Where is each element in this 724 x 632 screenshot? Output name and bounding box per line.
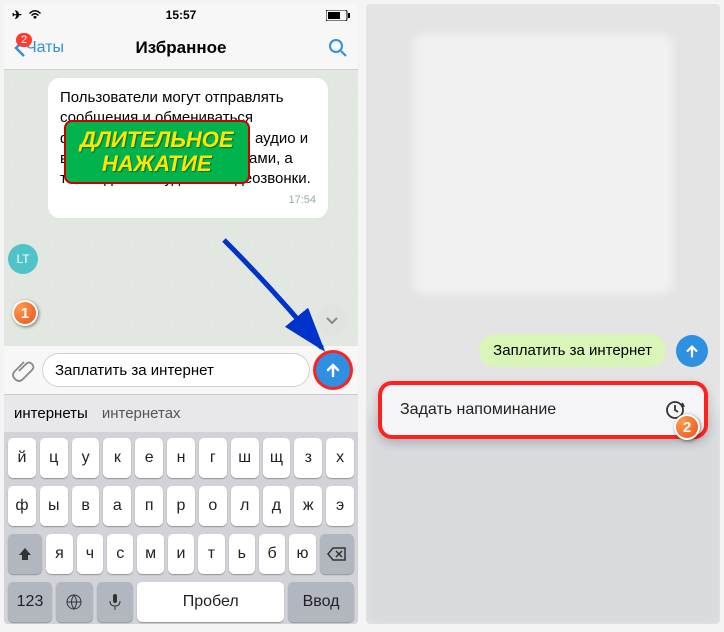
key-ю[interactable]: ю [289,534,315,574]
key-щ[interactable]: щ [263,438,291,478]
key-ш[interactable]: ш [231,438,259,478]
key-д[interactable]: д [263,486,291,526]
key-в[interactable]: в [72,486,100,526]
key-л[interactable]: л [231,486,259,526]
key-ф[interactable]: ф [8,486,36,526]
key-г[interactable]: г [199,438,227,478]
arrow-up-icon [684,343,700,359]
phone-right: Заплатить за интернет Задать напоминание… [366,4,720,624]
kbd-row-1: йцукенгшщзх [8,438,354,478]
keyboard: йцукенгшщзх фывапролджэ ячсмитьбю 123 Пр… [4,432,358,624]
key-р[interactable]: р [167,486,195,526]
avatar[interactable]: LT [8,244,38,274]
key-н[interactable]: н [167,438,195,478]
phone-left: ✈ 15:57 2 Чаты Избранное LT Пользователи [4,4,358,624]
key-а[interactable]: а [103,486,131,526]
status-bar: ✈ 15:57 [4,4,358,26]
key-ь[interactable]: ь [229,534,255,574]
airplane-mode-icon: ✈ [12,8,22,22]
key-enter[interactable]: Ввод [288,582,354,622]
chat-title: Избранное [4,38,358,58]
suggestion-bar: интернеты интернетах [4,394,358,432]
key-ж[interactable]: ж [294,486,322,526]
reminder-label: Задать напоминание [400,401,556,419]
status-time: 15:57 [166,8,197,22]
suggestion-1[interactable]: интернеты [14,405,88,422]
key-я[interactable]: я [46,534,72,574]
key-и[interactable]: и [168,534,194,574]
key-м[interactable]: м [137,534,163,574]
nav-bar: 2 Чаты Избранное [4,26,358,70]
arrow-annotation [204,230,344,370]
key-ц[interactable]: ц [40,438,68,478]
key-б[interactable]: б [259,534,285,574]
search-button[interactable] [328,38,348,58]
key-123[interactable]: 123 [8,582,52,622]
paperclip-icon [12,358,36,382]
key-mic[interactable] [97,582,134,622]
key-backspace[interactable] [320,534,354,574]
key-у[interactable]: у [72,438,100,478]
key-х[interactable]: х [326,438,354,478]
key-с[interactable]: с [107,534,133,574]
key-п[interactable]: п [135,486,163,526]
message-time: 17:54 [60,193,316,208]
key-space[interactable]: Пробел [137,582,284,622]
attach-button[interactable] [12,358,36,382]
draft-chip: Заплатить за интернет [479,334,666,367]
battery-icon [326,10,350,21]
search-icon [328,38,348,58]
step-badge-1: 1 [12,300,38,326]
send-button-right[interactable] [676,335,708,367]
key-ч[interactable]: ч [77,534,103,574]
step-badge-2: 2 [674,414,700,440]
mic-icon [108,593,122,611]
callout-label: ДЛИТЕЛЬНОЕ НАЖАТИЕ [64,120,250,184]
set-reminder-option[interactable]: Задать напоминание [378,381,708,439]
key-о[interactable]: о [199,486,227,526]
kbd-row-3: ячсмитьбю [8,534,354,574]
kbd-row-bottom: 123 Пробел Ввод [8,582,354,622]
key-з[interactable]: з [294,438,322,478]
key-е[interactable]: е [135,438,163,478]
chat-area: LT Пользователи могут отправлять сообщен… [4,70,358,346]
key-й[interactable]: й [8,438,36,478]
key-ы[interactable]: ы [40,486,68,526]
key-globe[interactable] [56,582,93,622]
key-т[interactable]: т [198,534,224,574]
globe-icon [65,593,83,611]
key-э[interactable]: э [326,486,354,526]
wifi-icon [28,10,42,20]
suggestion-2[interactable]: интернетах [102,405,181,422]
key-shift[interactable] [8,534,42,574]
kbd-row-2: фывапролджэ [8,486,354,526]
key-к[interactable]: к [103,438,131,478]
blurred-content [413,34,673,294]
